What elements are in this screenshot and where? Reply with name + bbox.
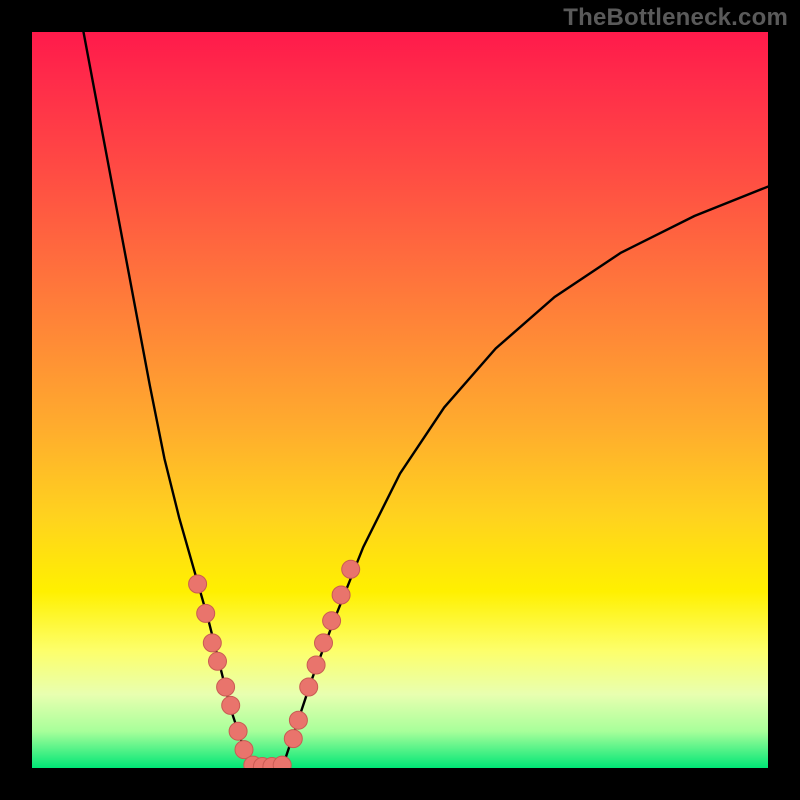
data-marker [289, 711, 307, 729]
data-marker [189, 575, 207, 593]
data-marker [197, 604, 215, 622]
chart-stage: TheBottleneck.com [0, 0, 800, 800]
data-marker [222, 696, 240, 714]
data-marker [323, 612, 341, 630]
data-marker [332, 586, 350, 604]
curve-left-branch [84, 32, 253, 768]
data-marker [229, 722, 247, 740]
curve-group [84, 32, 769, 768]
data-marker [284, 730, 302, 748]
data-marker [315, 634, 333, 652]
data-marker [342, 560, 360, 578]
chart-svg [32, 32, 768, 768]
data-marker [235, 741, 253, 759]
chart-plot-area [32, 32, 768, 768]
data-marker [217, 678, 235, 696]
data-marker [209, 652, 227, 670]
marker-group [189, 560, 360, 768]
data-marker [300, 678, 318, 696]
data-marker [203, 634, 221, 652]
watermark-text: TheBottleneck.com [563, 4, 788, 32]
data-marker [307, 656, 325, 674]
curve-right-branch [282, 187, 768, 768]
